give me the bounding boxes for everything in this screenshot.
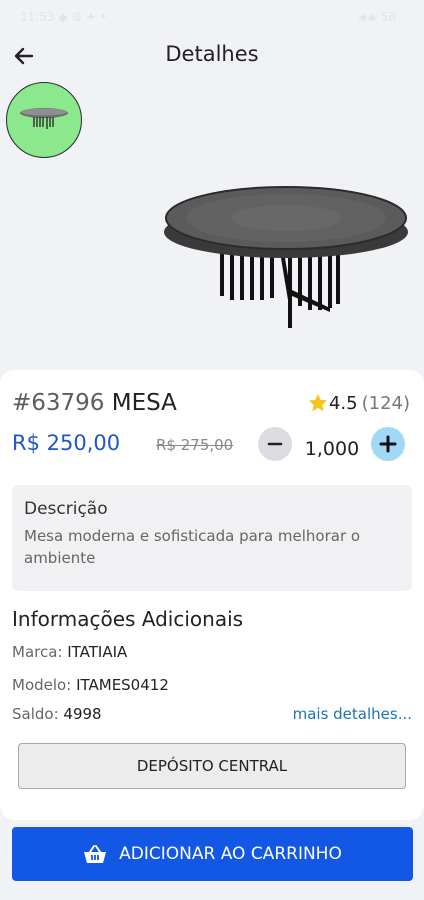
- status-bar: 11:53 ◆ ⚙ ✦ • ◈◈ 58: [0, 0, 424, 36]
- stock-value: 4998: [63, 705, 102, 723]
- status-right: ◈◈ 58: [358, 10, 396, 24]
- brand-value: ITATIAIA: [67, 643, 128, 661]
- rating-count: (124): [361, 392, 410, 414]
- plus-icon: [379, 435, 397, 453]
- product-rating: 4.5 (124): [307, 392, 410, 414]
- description-title: Descrição: [24, 499, 108, 519]
- rating-value: 4.5: [328, 392, 358, 414]
- add-to-cart-button[interactable]: ADICIONAR AO CARRINHO: [12, 827, 413, 881]
- quantity-increase-button[interactable]: [371, 427, 405, 461]
- description-box: Descrição Mesa moderna e sofisticada par…: [12, 485, 412, 591]
- add-to-cart-label: ADICIONAR AO CARRINHO: [119, 844, 342, 864]
- star-icon: [308, 393, 328, 412]
- quantity-value[interactable]: 1,000: [300, 438, 364, 460]
- table-thumbnail-image: [20, 108, 68, 129]
- quantity-decrease-button[interactable]: [258, 427, 292, 461]
- status-left: 11:53 ◆ ⚙ ✦ •: [20, 10, 107, 24]
- product-title: #63796 MESA: [12, 390, 177, 416]
- page-title: Detalhes: [165, 42, 259, 66]
- product-name: MESA: [111, 390, 177, 416]
- stock-label: Saldo:: [12, 705, 59, 723]
- app-header: Detalhes: [0, 36, 424, 76]
- product-thumbnail[interactable]: [6, 82, 82, 158]
- deposit-button[interactable]: DEPÓSITO CENTRAL: [18, 743, 406, 789]
- brand-label: Marca:: [12, 643, 63, 661]
- additional-info-title: Informações Adicionais: [12, 607, 244, 631]
- shopping-basket-icon: [83, 844, 107, 864]
- brand-row: Marca: ITATIAIA: [12, 643, 127, 661]
- product-old-price: R$ 275,00: [156, 436, 234, 454]
- product-price: R$ 250,00: [12, 431, 121, 455]
- description-text: Mesa moderna e sofisticada para melhorar…: [24, 527, 361, 567]
- product-code: #63796: [12, 390, 105, 416]
- model-label: Modelo:: [12, 676, 72, 694]
- more-details-link[interactable]: mais detalhes...: [293, 705, 412, 723]
- model-value: ITAMES0412: [76, 676, 169, 694]
- model-row: Modelo: ITAMES0412: [12, 676, 169, 694]
- minus-icon: [267, 442, 283, 446]
- product-image: [164, 186, 408, 328]
- stock-row: Saldo: 4998: [12, 705, 102, 723]
